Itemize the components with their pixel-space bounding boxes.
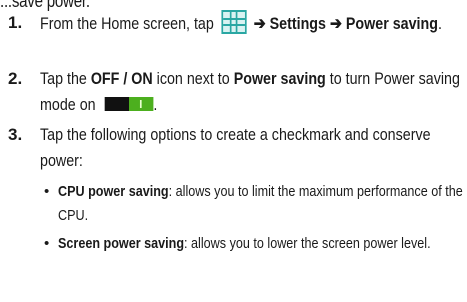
step-text: Tap the following options to create a ch… xyxy=(40,125,431,170)
manual-page: ...save power. 1. From the Home screen, … xyxy=(0,0,467,302)
step-text: From the Home screen, tap ➔ Settings ➔ P… xyxy=(40,10,467,37)
step-text: Tap the OFF / ON icon next to Power savi… xyxy=(40,69,460,114)
step-number: 2. xyxy=(8,69,23,88)
step-1: 1. From the Home screen, tap ➔ Settings … xyxy=(8,10,467,62)
option-text: Screen power saving: allows you to lower… xyxy=(58,235,431,252)
step-2: 2. Tap the OFF / ON icon next to Power s… xyxy=(8,66,467,118)
bullet: • xyxy=(44,235,50,252)
step-number: 3. xyxy=(8,125,23,144)
bullet: • xyxy=(44,183,50,200)
on-toggle-icon xyxy=(104,97,154,111)
step-number: 1. xyxy=(8,13,23,32)
step-3: 3. Tap the following options to create a… xyxy=(8,122,467,174)
apps-grid-icon xyxy=(221,10,247,34)
option-text: CPU power saving: allows you to limit th… xyxy=(58,183,463,224)
